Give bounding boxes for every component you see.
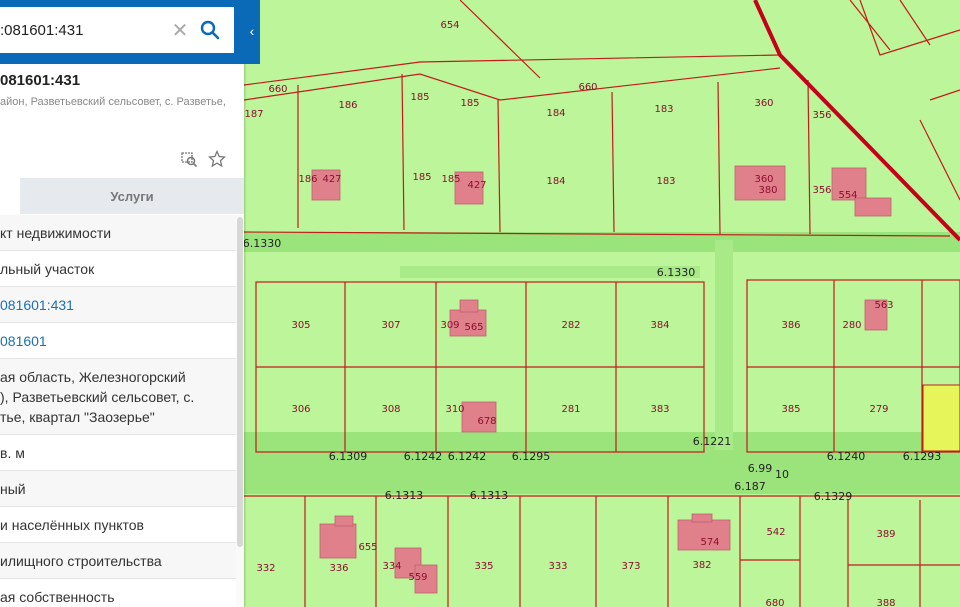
parcel-label: 184 <box>546 108 565 119</box>
attribute-row: ая область, Железногорский), Разветьевск… <box>0 359 236 435</box>
parcel-label: 559 <box>408 572 427 583</box>
road-label: 10 <box>775 468 789 481</box>
parcel-label: 554 <box>838 190 857 201</box>
parcel-label: 389 <box>876 529 895 540</box>
road-label: 6.1329 <box>814 490 853 503</box>
attribute-row: кт недвижимости <box>0 215 236 251</box>
parcel-label: 333 <box>548 561 567 572</box>
parcel-label: 185 <box>441 174 460 185</box>
attribute-row: илищного строительства <box>0 543 236 579</box>
close-icon[interactable]: ✕ <box>170 18 190 43</box>
parcel-label: 356 <box>812 185 831 196</box>
parcel-label: 336 <box>329 563 348 574</box>
parcel-label: 660 <box>578 82 597 93</box>
parcel-label: 280 <box>842 320 861 331</box>
parcel-label: 183 <box>656 176 675 187</box>
zoom-to-object-icon[interactable] <box>180 150 198 168</box>
parcel-label: 183 <box>654 104 673 115</box>
star-icon[interactable] <box>208 150 226 168</box>
parcel-label: 356 <box>812 110 831 121</box>
attribute-row: в. м <box>0 435 236 471</box>
parcel-label: 185 <box>410 92 429 103</box>
parcel-label: 382 <box>692 560 711 571</box>
parcel-label: 309 <box>440 320 459 331</box>
attribute-row: и населённых пунктов <box>0 507 236 543</box>
attribute-row[interactable]: 081601 <box>0 323 236 359</box>
road-label: 6.1221 <box>693 435 732 448</box>
parcel-label: 383 <box>650 404 669 415</box>
parcel-label: 680 <box>765 598 784 607</box>
parcel-label: 281 <box>561 404 580 415</box>
parcel-label: 186 <box>298 174 317 185</box>
parcel-label: 185 <box>460 98 479 109</box>
road-label: 6.1295 <box>512 450 551 463</box>
parcel-label: 334 <box>382 561 401 572</box>
road-label: 6.1309 <box>329 450 368 463</box>
parcel-label: 187 <box>244 109 263 120</box>
parcel-label: 427 <box>322 174 341 185</box>
attribute-row[interactable]: 081601:431 <box>0 287 236 323</box>
road-label: 6.1240 <box>827 450 866 463</box>
parcel-label: 542 <box>766 527 785 538</box>
parcel-label: 310 <box>445 404 464 415</box>
parcel-label: 360 <box>754 98 773 109</box>
object-actions <box>180 150 226 168</box>
tab-info[interactable] <box>0 178 20 214</box>
scrollbar-thumb[interactable] <box>237 217 243 547</box>
parcel-label: 186 <box>338 100 357 111</box>
parcel-label: 574 <box>700 537 719 548</box>
road-label: 6.1293 <box>903 450 942 463</box>
parcel-label: 655 <box>358 542 377 553</box>
road-label: 6.1242 <box>448 450 487 463</box>
parcel-label: 308 <box>381 404 400 415</box>
road-label: 6.1242 <box>404 450 443 463</box>
parcel-label: 306 <box>291 404 310 415</box>
property-attributes: кт недвижимости льный участок 081601:431 08… <box>0 215 236 607</box>
parcel-label: 335 <box>474 561 493 572</box>
road-label: 6.187 <box>734 480 766 493</box>
road-label: 6.1313 <box>470 489 509 502</box>
parcel-label: 184 <box>546 176 565 187</box>
parcel-label: 678 <box>477 416 496 427</box>
road-label: 6.1313 <box>385 489 424 502</box>
search-input[interactable] <box>0 21 170 39</box>
search-bar: ✕ ‹ <box>0 0 260 64</box>
parcel-label: 279 <box>869 404 888 415</box>
parcel-label: 384 <box>650 320 669 331</box>
tab-services[interactable]: Услуги <box>20 178 244 214</box>
parcel-label: 332 <box>256 563 275 574</box>
attribute-row: ая собственность <box>0 579 236 607</box>
parcel-label: 305 <box>291 320 310 331</box>
parcel-label: 360 <box>754 174 773 185</box>
parcel-label: 386 <box>781 320 800 331</box>
parcel-label: 373 <box>621 561 640 572</box>
road-label: 6.1330 <box>657 266 696 279</box>
parcel-label: 282 <box>561 320 580 331</box>
parcel-label: 185 <box>412 172 431 183</box>
chevron-left-icon[interactable]: ‹ <box>244 20 260 42</box>
parcel-label: 307 <box>381 320 400 331</box>
attribute-row: льный участок <box>0 251 236 287</box>
parcel-label: 565 <box>464 322 483 333</box>
panel-tabs: Услуги <box>0 178 244 214</box>
parcel-label: 385 <box>781 404 800 415</box>
object-address-subtitle: айон, Разветьевский сельсовет, с. Развет… <box>0 96 226 108</box>
parcel-label: 654 <box>440 20 459 31</box>
road-label: 6.1330 <box>243 237 282 250</box>
object-title: 081601:431 <box>0 72 81 89</box>
search-icon[interactable] <box>196 16 224 44</box>
parcel-label: 660 <box>268 84 287 95</box>
attribute-row: ный <box>0 471 236 507</box>
parcel-label: 388 <box>876 598 895 607</box>
parcel-label: 427 <box>467 180 486 191</box>
search-box: ✕ <box>0 7 234 53</box>
parcel-label: 563 <box>874 300 893 311</box>
parcel-label: 380 <box>758 185 777 196</box>
info-panel: 081601:431 айон, Разветьевский сельсовет… <box>0 0 244 607</box>
road-label: 6.99 <box>748 462 773 475</box>
